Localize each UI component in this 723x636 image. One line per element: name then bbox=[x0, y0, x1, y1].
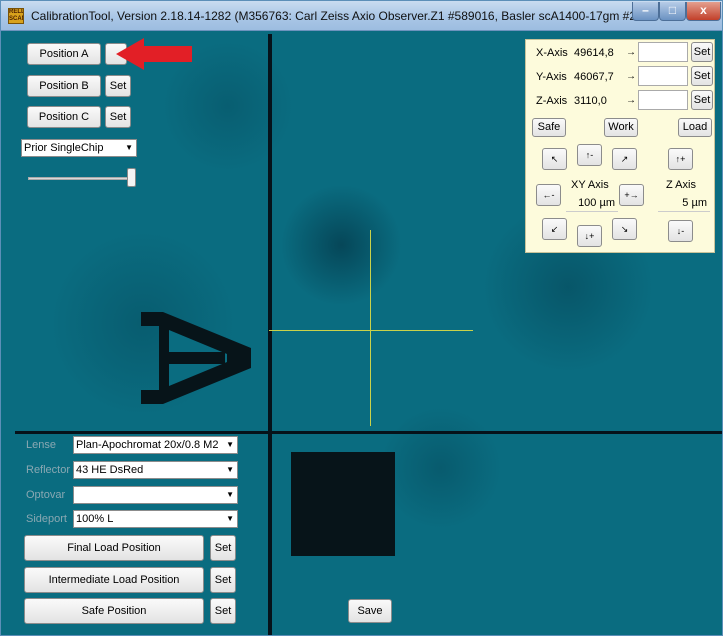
xy-step-unit: µm bbox=[599, 197, 615, 209]
jog-right-button[interactable]: +→ bbox=[619, 184, 644, 206]
app-icon: RELL SCAN bbox=[8, 8, 24, 24]
z-axis-label: Z-Axis bbox=[536, 95, 568, 107]
optovar-label: Optovar bbox=[26, 489, 66, 501]
z-step-unit: µm bbox=[691, 197, 707, 209]
final-load-position-set-button[interactable]: Set bbox=[210, 535, 236, 561]
chevron-down-icon: ▼ bbox=[226, 465, 234, 474]
sideport-select-value: 100% L bbox=[76, 513, 114, 525]
work-button[interactable]: Work bbox=[604, 118, 638, 137]
chevron-down-icon: ▼ bbox=[226, 440, 234, 449]
stage-select-value: Prior SingleChip bbox=[24, 142, 104, 154]
close-button[interactable]: x bbox=[686, 2, 721, 21]
jog-down-button[interactable]: ↓+ bbox=[577, 225, 602, 247]
z-axis-step-label: Z Axis bbox=[666, 179, 696, 191]
x-axis-label: X-Axis bbox=[536, 47, 568, 59]
position-c-button[interactable]: Position C bbox=[27, 106, 101, 128]
y-axis-input[interactable] bbox=[638, 66, 688, 86]
safe-button[interactable]: Safe bbox=[532, 118, 566, 137]
chevron-down-icon: ▼ bbox=[226, 514, 234, 523]
calibration-square bbox=[291, 452, 395, 556]
y-axis-set-button[interactable]: Set bbox=[691, 66, 713, 86]
z-jog-down-button[interactable]: ↓- bbox=[668, 220, 693, 242]
window-title: CalibrationTool, Version 2.18.14-1282 (M… bbox=[31, 9, 641, 23]
xy-step-field[interactable]: 100 µm bbox=[566, 194, 618, 212]
title-bar[interactable]: RELL SCAN CalibrationTool, Version 2.18.… bbox=[1, 1, 722, 31]
marker-letter-a: A bbox=[141, 312, 251, 404]
crosshair-vertical bbox=[370, 230, 371, 426]
position-a-button[interactable]: Position A bbox=[27, 43, 101, 65]
x-axis-value: 49614,8 bbox=[574, 47, 614, 59]
chevron-down-icon: ▼ bbox=[125, 143, 133, 152]
x-axis-arrow-icon: → bbox=[626, 47, 636, 58]
z-step-field[interactable]: 5 µm bbox=[658, 194, 710, 212]
minimize-button[interactable]: – bbox=[632, 2, 659, 21]
grid-line-horizontal bbox=[15, 431, 722, 434]
reflector-label: Reflector bbox=[26, 464, 71, 476]
z-axis-value: 3110,0 bbox=[574, 95, 607, 107]
z-axis-input[interactable] bbox=[638, 90, 688, 110]
z-axis-set-button[interactable]: Set bbox=[691, 90, 713, 110]
safe-position-set-button[interactable]: Set bbox=[210, 598, 236, 624]
crosshair-horizontal bbox=[269, 330, 473, 331]
slider-thumb[interactable] bbox=[127, 168, 136, 187]
x-axis-set-button[interactable]: Set bbox=[691, 42, 713, 62]
y-axis-value: 46067,7 bbox=[574, 71, 614, 83]
y-axis-label: Y-Axis bbox=[536, 71, 567, 83]
xy-axis-label: XY Axis bbox=[571, 179, 609, 191]
jog-down-left-button[interactable]: ↙ bbox=[542, 218, 567, 240]
jog-down-right-button[interactable]: ↘ bbox=[612, 218, 637, 240]
z-step-value: 5 bbox=[682, 197, 689, 209]
reflector-select[interactable]: 43 HE DsRed ▼ bbox=[73, 461, 238, 479]
jog-up-left-button[interactable]: ↖ bbox=[542, 148, 567, 170]
final-load-position-button[interactable]: Final Load Position bbox=[24, 535, 204, 561]
jog-up-right-button[interactable]: ↗ bbox=[612, 148, 637, 170]
position-b-button[interactable]: Position B bbox=[27, 75, 101, 97]
stage-select[interactable]: Prior SingleChip ▼ bbox=[21, 139, 137, 157]
save-button[interactable]: Save bbox=[348, 599, 392, 623]
jog-up-button[interactable]: ↑- bbox=[577, 144, 602, 166]
safe-position-button[interactable]: Safe Position bbox=[24, 598, 204, 624]
calibration-tool-window: RELL SCAN CalibrationTool, Version 2.18.… bbox=[0, 0, 723, 636]
annotation-arrow bbox=[116, 38, 192, 70]
xy-step-value: 100 bbox=[578, 197, 597, 209]
lense-select-value: Plan-Apochromat 20x/0.8 M2 bbox=[76, 439, 219, 451]
maximize-button[interactable]: □ bbox=[659, 2, 686, 21]
grid-line-vertical bbox=[268, 34, 272, 635]
slider-track[interactable] bbox=[28, 177, 132, 180]
x-axis-input[interactable] bbox=[638, 42, 688, 62]
y-axis-arrow-icon: → bbox=[626, 71, 636, 82]
chevron-down-icon: ▼ bbox=[226, 490, 234, 499]
optovar-select[interactable]: ▼ bbox=[73, 486, 238, 504]
intermediate-load-position-button[interactable]: Intermediate Load Position bbox=[24, 567, 204, 593]
load-button[interactable]: Load bbox=[678, 118, 712, 137]
lense-select[interactable]: Plan-Apochromat 20x/0.8 M2 ▼ bbox=[73, 436, 238, 454]
jog-left-button[interactable]: ←- bbox=[536, 184, 561, 206]
z-jog-up-button[interactable]: ↑+ bbox=[668, 148, 693, 170]
sideport-label: Sideport bbox=[26, 513, 67, 525]
position-c-set-button[interactable]: Set bbox=[105, 106, 131, 128]
sideport-select[interactable]: 100% L ▼ bbox=[73, 510, 238, 528]
position-b-set-button[interactable]: Set bbox=[105, 75, 131, 97]
axis-control-panel: X-Axis 49614,8 → Set Y-Axis 46067,7 → Se… bbox=[525, 39, 715, 253]
lense-label: Lense bbox=[26, 439, 56, 451]
z-axis-arrow-icon: → bbox=[626, 95, 636, 106]
intermediate-load-position-set-button[interactable]: Set bbox=[210, 567, 236, 593]
reflector-select-value: 43 HE DsRed bbox=[76, 464, 144, 476]
